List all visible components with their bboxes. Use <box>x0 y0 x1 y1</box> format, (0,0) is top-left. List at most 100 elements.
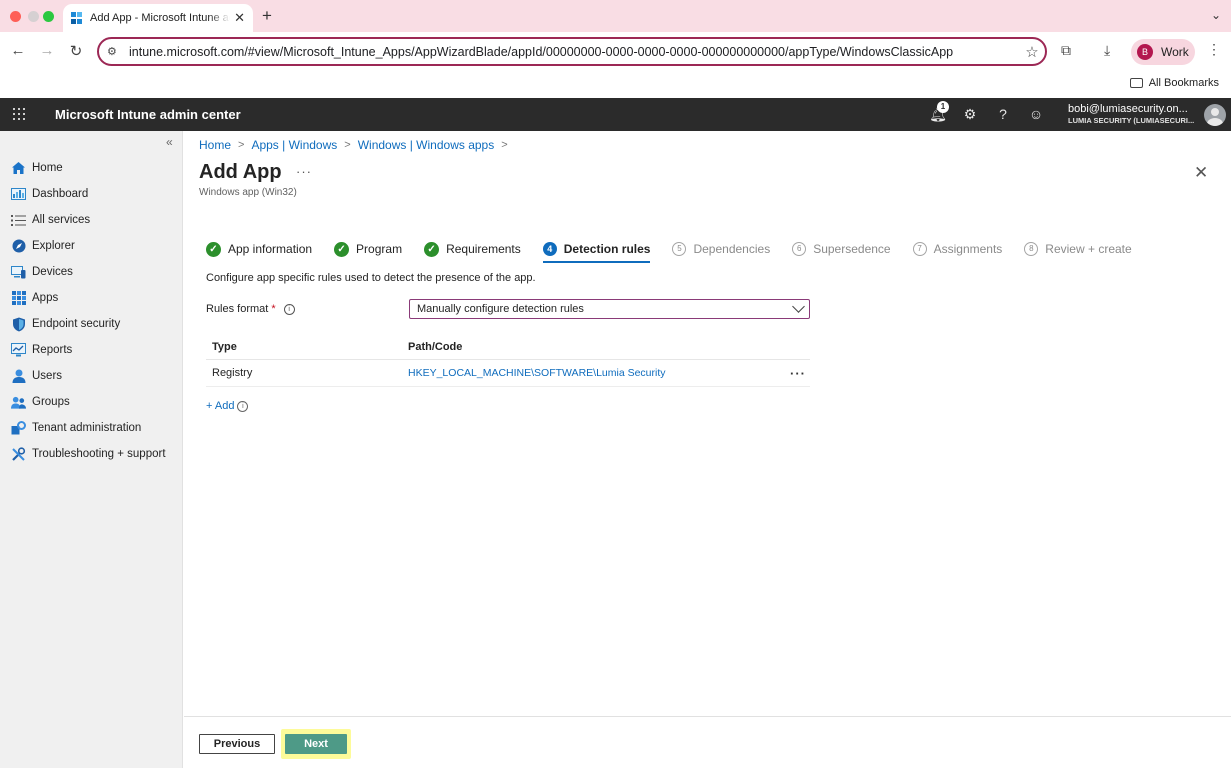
step-requirements[interactable]: ✓ Requirements <box>424 237 521 261</box>
profile-label: Work <box>1161 45 1189 59</box>
sidebar-item-label: Apps <box>32 292 59 304</box>
breadcrumb: Home > Apps | Windows > Windows | Window… <box>199 138 515 152</box>
sidebar-item-apps[interactable]: Apps <box>0 285 183 311</box>
check-icon: ✓ <box>424 241 440 257</box>
main-content: Home > Apps | Windows > Windows | Window… <box>184 131 1231 768</box>
add-rule-label[interactable]: + Add <box>206 400 234 412</box>
extensions-icon[interactable]: ⧉ <box>1061 42 1071 59</box>
bookmark-star-icon[interactable]: ☆ <box>1019 43 1045 61</box>
groups-icon <box>11 395 26 410</box>
help-icon[interactable]: ? <box>994 106 1012 122</box>
rules-format-value: Manually configure detection rules <box>417 303 584 315</box>
next-button[interactable]: Next <box>285 734 347 754</box>
rule-path-cell: HKEY_LOCAL_MACHINE\SOFTWARE\Lumia Securi… <box>401 367 786 379</box>
sidebar-item-label: Endpoint security <box>32 318 121 330</box>
check-icon: ✓ <box>206 241 221 257</box>
window-minimize-button[interactable] <box>28 11 39 22</box>
more-options-button[interactable]: ··· <box>296 164 312 179</box>
sidebar-item-explorer[interactable]: Explorer <box>0 233 183 259</box>
forward-arrow-icon[interactable]: → <box>37 42 57 59</box>
troubleshoot-icon <box>11 446 26 462</box>
back-arrow-icon[interactable]: ← <box>8 42 28 59</box>
tab-close-icon[interactable]: ✕ <box>234 10 245 26</box>
step-number-badge: 4 <box>542 242 557 256</box>
step-assignments[interactable]: 7 Assignments <box>912 237 1002 261</box>
list-icon <box>11 213 26 228</box>
breadcrumb-home[interactable]: Home <box>199 138 231 152</box>
all-bookmarks-label: All Bookmarks <box>1148 77 1219 89</box>
close-icon[interactable]: ✕ <box>1194 163 1208 183</box>
step-detection-rules[interactable]: 4 Detection rules <box>542 237 651 263</box>
sidebar-item-label: Groups <box>32 396 70 408</box>
reload-icon[interactable]: ↻ <box>66 42 86 60</box>
profile-avatar: B <box>1137 44 1153 60</box>
rules-format-label: Rules format * i <box>206 303 295 315</box>
portal-title[interactable]: Microsoft Intune admin center <box>55 107 241 122</box>
sidebar-item-dashboard[interactable]: Dashboard <box>0 181 183 207</box>
site-settings-icon[interactable]: ⚙ <box>107 45 121 58</box>
browser-toolbar: ← → ↻ ⚙ intune.microsoft.com/#view/Micro… <box>0 32 1231 72</box>
sidebar-item-reports[interactable]: Reports <box>0 337 183 363</box>
browser-menu-icon[interactable]: ⋮ <box>1207 41 1221 58</box>
profile-button[interactable]: B Work <box>1131 39 1195 65</box>
step-review-create[interactable]: 8 Review + create <box>1024 237 1132 261</box>
previous-button[interactable]: Previous <box>199 734 275 754</box>
tenant-admin-icon <box>11 421 26 436</box>
column-header-type: Type <box>212 341 237 353</box>
app-launcher-icon[interactable] <box>13 108 25 120</box>
step-program[interactable]: ✓ Program <box>334 237 402 261</box>
window-maximize-button[interactable] <box>43 11 54 22</box>
step-app-information[interactable]: ✓ App information <box>206 237 312 261</box>
sidebar-item-endpoint-security[interactable]: Endpoint security <box>0 311 183 337</box>
devices-icon <box>11 265 26 280</box>
sidebar-item-tenant-administration[interactable]: Tenant administration <box>0 415 183 441</box>
browser-tab[interactable]: Add App - Microsoft Intune admin center … <box>63 4 253 32</box>
feedback-icon[interactable]: ☺ <box>1027 106 1045 122</box>
sidebar-item-troubleshooting-support[interactable]: Troubleshooting + support <box>0 441 183 467</box>
sidebar-item-home[interactable]: Home <box>0 155 183 181</box>
add-rule-link[interactable]: + Add i <box>206 400 249 412</box>
sidebar-item-users[interactable]: Users <box>0 363 183 389</box>
detection-rules-table: Type Path/Code Registry HKEY_LOCAL_MACHI… <box>206 335 810 387</box>
shield-icon <box>11 317 26 332</box>
breadcrumb-apps-windows[interactable]: Apps | Windows <box>251 138 337 152</box>
sidebar-item-all-services[interactable]: All services <box>0 207 183 233</box>
address-url[interactable]: intune.microsoft.com/#view/Microsoft_Int… <box>129 45 1019 59</box>
step-supersedence[interactable]: 6 Supersedence <box>792 237 891 261</box>
active-step-underline <box>542 261 651 263</box>
tab-search-chevron-icon[interactable]: ⌄ <box>1211 8 1221 22</box>
download-icon[interactable]: ⤓ <box>1104 42 1110 59</box>
row-more-options-button[interactable]: ··· <box>786 366 810 381</box>
info-icon[interactable]: i <box>283 303 295 315</box>
portal-header: Microsoft Intune admin center 🔔︎ 1 ⚙ ? ☺… <box>0 98 1231 131</box>
step-label: Review + create <box>1045 242 1132 256</box>
next-button-highlight: Next <box>281 729 351 759</box>
step-label: Requirements <box>446 242 521 256</box>
account-menu[interactable]: bobi@lumiasecurity.on... LUMIA SECURITY … <box>1068 103 1196 125</box>
step-number-badge: 5 <box>672 242 687 256</box>
step-dependencies[interactable]: 5 Dependencies <box>672 237 770 261</box>
wizard-footer: Previous Next <box>184 716 1231 768</box>
step-label: Supersedence <box>813 242 891 256</box>
info-icon[interactable]: i <box>237 400 249 412</box>
account-avatar[interactable] <box>1204 104 1226 126</box>
chevron-right-icon: > <box>238 139 245 151</box>
window-close-button[interactable] <box>10 11 21 22</box>
new-tab-button[interactable]: + <box>262 6 272 26</box>
sidebar-item-label: Tenant administration <box>32 422 142 434</box>
rules-format-dropdown[interactable]: Manually configure detection rules <box>409 299 810 319</box>
sidebar-nav: Home Dashboard All services Explorer Dev… <box>0 155 183 467</box>
sidebar-item-devices[interactable]: Devices <box>0 259 183 285</box>
rules-format-label-text: Rules format <box>206 303 269 315</box>
sidebar-item-groups[interactable]: Groups <box>0 389 183 415</box>
all-bookmarks-button[interactable]: All Bookmarks <box>1129 77 1219 89</box>
step-number-badge: 6 <box>792 242 807 256</box>
step-label: Detection rules <box>563 242 651 256</box>
rule-path-link[interactable]: HKEY_LOCAL_MACHINE\SOFTWARE\Lumia Securi… <box>408 367 666 379</box>
address-bar[interactable]: ⚙ intune.microsoft.com/#view/Microsoft_I… <box>97 37 1047 66</box>
settings-gear-icon[interactable]: ⚙ <box>961 106 979 123</box>
breadcrumb-windows-apps[interactable]: Windows | Windows apps <box>358 138 495 152</box>
account-email: bobi@lumiasecurity.on... <box>1068 103 1188 115</box>
chevron-down-icon <box>792 300 805 313</box>
collapse-sidebar-icon[interactable]: « <box>166 135 173 149</box>
